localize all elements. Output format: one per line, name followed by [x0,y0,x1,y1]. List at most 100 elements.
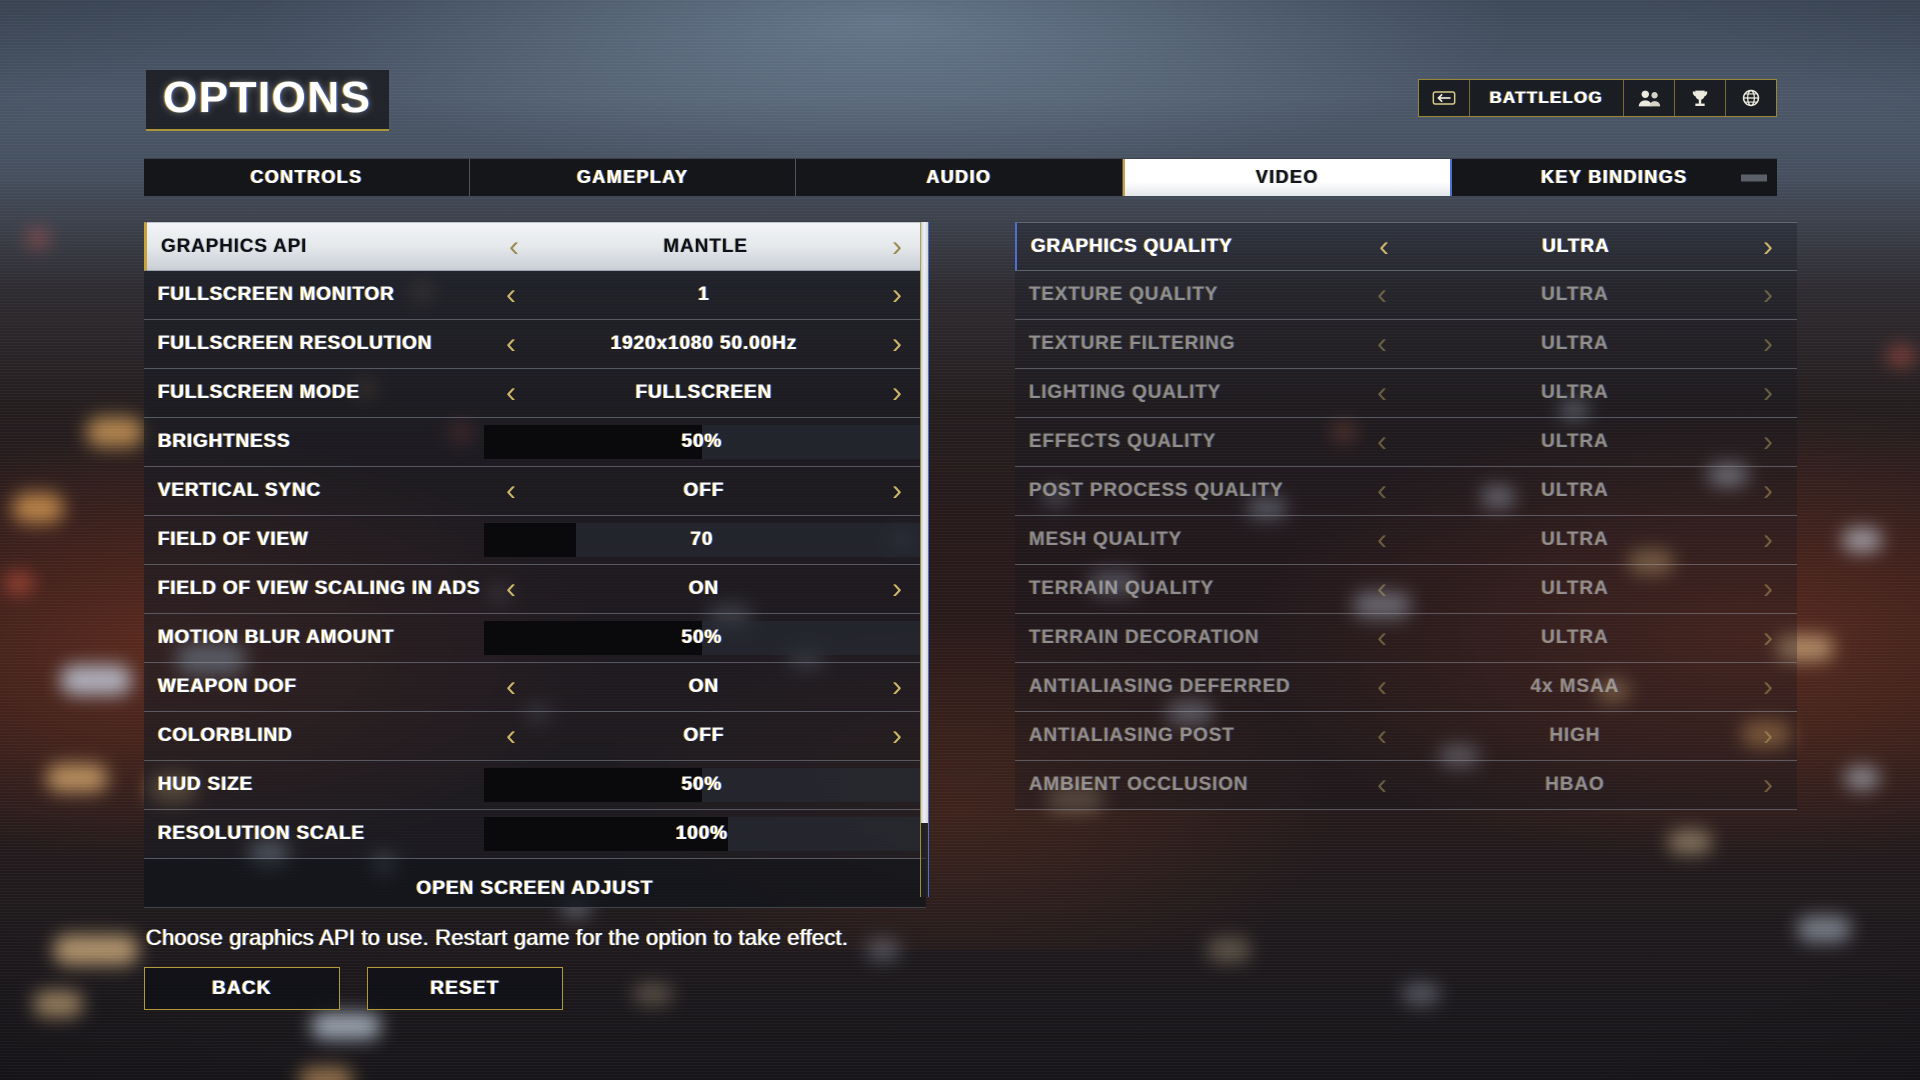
chevron-right-icon[interactable]: › [1751,329,1785,359]
chevron-left-icon[interactable]: ‹ [494,280,528,310]
tab-key-bindings[interactable]: KEY BINDINGS [1452,159,1777,196]
tab-controls[interactable]: CONTROLS [144,159,471,196]
chevron-right-icon[interactable]: › [880,231,914,262]
chevron-right-icon[interactable]: › [880,378,914,408]
back-button[interactable] [1419,80,1470,116]
chevron-right-icon[interactable]: › [1751,280,1785,310]
setting-row[interactable]: POST PROCESS QUALITY ‹ ULTRA › [1015,467,1797,516]
setting-stepper: ‹ FULLSCREEN › [484,369,920,417]
chevron-left-icon[interactable]: ‹ [494,476,528,506]
friends-button[interactable] [1624,80,1675,116]
chevron-right-icon[interactable]: › [1751,672,1785,702]
setting-description: Choose graphics API to use. Restart game… [146,925,849,950]
setting-slider[interactable]: 50% [484,425,920,459]
setting-row[interactable]: TERRAIN DECORATION ‹ ULTRA › [1015,614,1797,663]
setting-slider[interactable]: 100% [484,817,920,851]
back-footer-button[interactable]: BACK [144,967,340,1010]
chevron-left-icon[interactable]: ‹ [494,721,528,751]
chevron-right-icon[interactable]: › [1751,231,1785,262]
setting-stepper: ‹ ULTRA › [1355,271,1791,319]
setting-row[interactable]: FIELD OF VIEW 70 [144,516,926,565]
tab-gameplay[interactable]: GAMEPLAY [470,159,797,196]
chevron-right-icon[interactable]: › [1751,623,1785,653]
setting-value: MANTLE [663,235,748,257]
footer-button-group: BACK RESET [144,967,563,1010]
setting-stepper: ‹ MANTLE › [487,223,920,270]
setting-row[interactable]: TERRAIN QUALITY ‹ ULTRA › [1015,565,1797,614]
chevron-right-icon[interactable]: › [1751,378,1785,408]
tab-audio[interactable]: AUDIO [796,159,1123,196]
chevron-right-icon[interactable]: › [1751,476,1785,506]
setting-label: TERRAIN DECORATION [1029,627,1260,648]
chevron-left-icon[interactable]: ‹ [494,329,528,359]
chevron-right-icon[interactable]: › [880,672,914,702]
setting-row[interactable]: AMBIENT OCCLUSION ‹ HBAO › [1015,761,1797,810]
setting-row[interactable]: WEAPON DOF ‹ ON › [144,663,926,712]
chevron-left-icon[interactable]: ‹ [494,378,528,408]
chevron-right-icon[interactable]: › [880,280,914,310]
chevron-left-icon[interactable]: ‹ [1365,574,1399,604]
chevron-left-icon[interactable]: ‹ [1365,770,1399,800]
trophy-button[interactable] [1675,80,1726,116]
setting-label: FIELD OF VIEW SCALING IN ADS [158,578,481,599]
chevron-right-icon[interactable]: › [1751,525,1785,555]
chevron-right-icon[interactable]: › [1751,427,1785,457]
chevron-right-icon[interactable]: › [880,476,914,506]
setting-row[interactable]: GRAPHICS QUALITY ‹ ULTRA › [1015,222,1797,271]
battlelog-button[interactable]: BATTLELOG [1470,80,1624,116]
setting-row[interactable]: EFFECTS QUALITY ‹ ULTRA › [1015,418,1797,467]
setting-row[interactable]: MESH QUALITY ‹ ULTRA › [1015,516,1797,565]
chevron-left-icon[interactable]: ‹ [494,574,528,604]
open-screen-adjust-button[interactable]: OPEN SCREEN ADJUST [144,859,926,908]
setting-row[interactable]: RESOLUTION SCALE 100% [144,810,926,859]
reset-button[interactable]: RESET [367,967,563,1010]
left-panel-scrollbar[interactable] [920,222,929,897]
chevron-right-icon[interactable]: › [880,721,914,751]
tab-video[interactable]: VIDEO [1122,159,1452,196]
setting-row[interactable]: BRIGHTNESS 50% [144,418,926,467]
chevron-right-icon[interactable]: › [1751,770,1785,800]
setting-value: ULTRA [1541,529,1609,550]
setting-row[interactable]: LIGHTING QUALITY ‹ ULTRA › [1015,369,1797,418]
setting-slider[interactable]: 50% [484,621,920,655]
setting-row[interactable]: FULLSCREEN MODE ‹ FULLSCREEN › [144,369,926,418]
setting-label: FIELD OF VIEW [158,529,309,550]
setting-label: TEXTURE QUALITY [1029,284,1219,305]
chevron-left-icon[interactable]: ‹ [1365,672,1399,702]
chevron-right-icon[interactable]: › [1751,721,1785,751]
chevron-left-icon[interactable]: ‹ [1365,721,1399,751]
chevron-left-icon[interactable]: ‹ [494,672,528,702]
chevron-right-icon[interactable]: › [880,574,914,604]
setting-row[interactable]: TEXTURE FILTERING ‹ ULTRA › [1015,320,1797,369]
setting-row[interactable]: ANTIALIASING POST ‹ HIGH › [1015,712,1797,761]
setting-row[interactable]: FULLSCREEN MONITOR ‹ 1 › [144,271,926,320]
chevron-left-icon[interactable]: ‹ [1365,378,1399,408]
setting-value: OFF [683,725,725,746]
open-screen-adjust-label: OPEN SCREEN ADJUST [416,878,654,899]
setting-row[interactable]: COLORBLIND ‹ OFF › [144,712,926,761]
chevron-left-icon[interactable]: ‹ [1365,329,1399,359]
setting-label: RESOLUTION SCALE [158,823,366,844]
chevron-left-icon[interactable]: ‹ [1365,623,1399,653]
chevron-left-icon[interactable]: ‹ [1365,476,1399,506]
chevron-left-icon[interactable]: ‹ [1367,231,1401,262]
setting-row[interactable]: GRAPHICS API ‹ MANTLE › [144,222,926,271]
setting-row[interactable]: TEXTURE QUALITY ‹ ULTRA › [1015,271,1797,320]
setting-slider[interactable]: 50% [484,768,920,802]
chevron-left-icon[interactable]: ‹ [1365,427,1399,457]
setting-row[interactable]: FULLSCREEN RESOLUTION ‹ 1920x1080 50.00Hz › [144,320,926,369]
chevron-left-icon[interactable]: ‹ [1365,280,1399,310]
setting-row[interactable]: FIELD OF VIEW SCALING IN ADS ‹ ON › [144,565,926,614]
globe-button[interactable] [1726,80,1776,116]
setting-row[interactable]: ANTIALIASING DEFERRED ‹ 4x MSAA › [1015,663,1797,712]
setting-row[interactable]: HUD SIZE 50% [144,761,926,810]
chevron-left-icon[interactable]: ‹ [1365,525,1399,555]
setting-slider[interactable]: 70 [484,523,920,557]
setting-label: FULLSCREEN RESOLUTION [158,333,433,354]
chevron-right-icon[interactable]: › [880,329,914,359]
chevron-right-icon[interactable]: › [1751,574,1785,604]
setting-row[interactable]: VERTICAL SYNC ‹ OFF › [144,467,926,516]
setting-row[interactable]: MOTION BLUR AMOUNT 50% [144,614,926,663]
chevron-left-icon[interactable]: ‹ [497,231,531,262]
scrollbar-thumb[interactable] [921,222,928,823]
